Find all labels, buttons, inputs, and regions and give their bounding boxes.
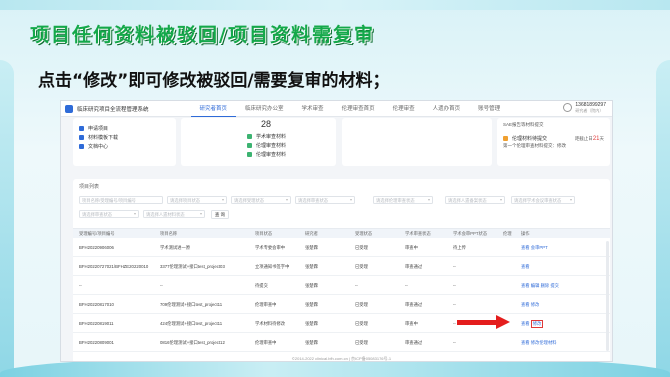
view-link[interactable]: 查看 — [521, 340, 530, 345]
app-header: 临床研究项目全流程管理系统 研究者首页 临床研究办公室 学术审查 伦理审查首页 … — [61, 101, 612, 117]
chevron-down-icon — [428, 199, 430, 201]
template-download-link[interactable]: 材料模板下载 — [79, 133, 118, 142]
chevron-down-icon — [222, 199, 224, 201]
view-link[interactable]: 查看 — [521, 283, 530, 288]
red-arrow-shaft — [457, 320, 497, 325]
search-input[interactable]: 项目名称/受理编号/项目编号 — [79, 196, 163, 204]
left-decoration — [0, 60, 14, 377]
scrollbar[interactable] — [606, 241, 609, 351]
column-header: 操作 — [521, 231, 530, 236]
table-row: -- -- 待提交 张楚霖 -- -- -- 查看 编辑 删除 提交 — [73, 277, 610, 295]
delete-link[interactable]: 删除 — [541, 283, 550, 288]
panel-title: 项目列表 — [79, 184, 100, 190]
logo-icon — [65, 104, 73, 113]
chevron-down-icon — [500, 199, 502, 201]
file-icon — [503, 136, 508, 141]
meeting-ppt-link[interactable]: 会审PPT — [531, 245, 548, 250]
chevron-down-icon — [350, 199, 352, 201]
column-header: 项目状态 — [255, 231, 273, 236]
red-arrow-icon — [496, 315, 510, 329]
footer-copyright: ©2014-2022 clinical.bfh.com.cn | 京ICP备05… — [291, 356, 392, 361]
column-header: 学术审查状态 — [405, 231, 431, 236]
sae-note: SAE报告等材料提交 — [503, 122, 544, 127]
ethics-status-select[interactable]: 请选择伦理审查状态 — [373, 196, 433, 204]
doc-center-link[interactable]: 文档中心 — [79, 142, 118, 151]
meeting-status-select[interactable]: 请选择学术会议审查状态 — [511, 196, 575, 204]
chevron-down-icon — [134, 213, 136, 215]
user-menu[interactable]: 13681899297 研究者（院内） — [563, 102, 606, 113]
nav-item-ethics-review[interactable]: 伦理审查 — [384, 101, 424, 117]
modify-link[interactable]: 修改 — [531, 302, 540, 307]
todo-card: SAE报告等材料提交 伦理材料待提交 第一个伦理审查材料提交：修改 距截止日21… — [497, 118, 610, 166]
stats-card — [342, 118, 492, 166]
nav-item-academic-review[interactable]: 学术审查 — [293, 101, 333, 117]
slide-subtitle: 点击“修改”即可修改被驳回/需要复审的材料； — [38, 71, 390, 91]
column-header: 伦理 — [503, 231, 512, 236]
project-status-select[interactable]: 请选择项目状态 — [167, 196, 227, 204]
app-title: 临床研究项目全流程管理系统 — [77, 106, 149, 113]
pending-count: 28 — [261, 119, 272, 129]
column-header: 学术会审PPT状态 — [453, 231, 488, 236]
table-header: 受理编号/项目编号 项目名称 项目状态 研究者 受理状态 学术审查状态 学术会审… — [73, 228, 610, 238]
avatar — [563, 103, 573, 112]
view-link[interactable]: 查看 — [521, 245, 530, 250]
ethics-materials-link-2[interactable]: 伦理审查材料 — [247, 150, 286, 159]
genetic-material-select[interactable]: 请选择人遗材料状态 — [143, 210, 205, 218]
column-header: 受理编号/项目编号 — [79, 231, 115, 236]
document-icon — [79, 126, 84, 131]
view-link[interactable]: 查看 — [521, 302, 530, 307]
edit-link[interactable]: 编辑 — [531, 283, 540, 288]
genetic-status-select[interactable]: 请选择人遗备案状态 — [445, 196, 505, 204]
modify-ethics-link[interactable]: 修改伦理材料 — [531, 340, 557, 345]
file-icon — [247, 134, 252, 139]
apply-project-link[interactable]: 申请项目 — [79, 124, 118, 133]
ethics-materials-link[interactable]: 伦理审查材料 — [247, 141, 286, 150]
review-status-select[interactable]: 请选择审查状态 — [295, 196, 355, 204]
file-icon — [247, 152, 252, 157]
user-role: 研究者（院内） — [575, 108, 604, 113]
app-window: 临床研究项目全流程管理系统 研究者首页 临床研究办公室 学术审查 伦理审查首页 … — [60, 100, 613, 362]
table-row: BFH20220906006 学术测试进一原 学术专委会审中 张楚霖 已受理 审… — [73, 239, 610, 257]
table-row: BFH20220817010 709伦理测试+接口test_project11 … — [73, 296, 610, 314]
pending-ethics-link[interactable]: 伦理材料待提交 — [503, 134, 566, 143]
accept-status-select[interactable]: 请选择受理状态 — [231, 196, 291, 204]
table-row: BFH20220727021/BFHZE20220010 3377伦理测试+接口… — [73, 258, 610, 276]
column-header: 项目名称 — [160, 231, 178, 236]
right-decoration — [656, 60, 670, 377]
column-header: 研究者 — [305, 231, 318, 236]
modify-button-highlighted[interactable]: 修改 — [530, 320, 544, 328]
review-materials-card: 28 学术审查材料 伦理审查材料 伦理审查材料 — [181, 118, 336, 166]
view-link[interactable]: 查看 — [521, 321, 530, 326]
view-link[interactable]: 查看 — [521, 264, 530, 269]
project-list-panel: 项目列表 项目名称/受理编号/项目编号 请选择项目状态 请选择受理状态 请选择审… — [73, 179, 610, 361]
main-nav: 研究者首页 临床研究办公室 学术审查 伦理审查首页 伦理审查 人遗办首页 账号管… — [190, 101, 510, 117]
chevron-down-icon — [200, 213, 202, 215]
table-row: BFH20220819011 424伦理测试+接口test_project11 … — [73, 315, 610, 333]
nav-item-account[interactable]: 账号管理 — [469, 101, 509, 117]
todo-detail: 第一个伦理审查材料提交：修改 — [503, 143, 566, 148]
review-status-select-2[interactable]: 请选择审查状态 — [79, 210, 139, 218]
nav-item-ethics-home[interactable]: 伦理审查首页 — [333, 101, 384, 117]
top-band — [0, 0, 670, 10]
dashboard-cards: 申请项目 材料模板下载 文档中心 28 学术审查材料 伦理审查材料 伦理审查材料… — [61, 118, 612, 168]
quick-links-card: 申请项目 材料模板下载 文档中心 — [73, 118, 176, 166]
academic-materials-link[interactable]: 学术审查材料 — [247, 132, 286, 141]
submit-link[interactable]: 提交 — [550, 283, 559, 288]
nav-item-researcher-home[interactable]: 研究者首页 — [190, 101, 237, 117]
query-button[interactable]: 查 询 — [211, 210, 229, 219]
chevron-down-icon — [570, 199, 572, 201]
download-icon — [79, 135, 84, 140]
table-row: BFH20220809001 0816伦理测试+接口test_project12… — [73, 334, 610, 352]
file-icon — [247, 143, 252, 148]
column-header: 受理状态 — [355, 231, 373, 236]
chevron-down-icon — [286, 199, 288, 201]
slide-title: 项目任何资料被驳回/项目资料需复审 — [30, 24, 375, 46]
folder-icon — [79, 144, 84, 149]
nav-item-genetic-home[interactable]: 人遗办首页 — [424, 101, 470, 117]
deadline: 距截止日21天 — [574, 136, 604, 142]
nav-item-office[interactable]: 临床研究办公室 — [236, 101, 293, 117]
